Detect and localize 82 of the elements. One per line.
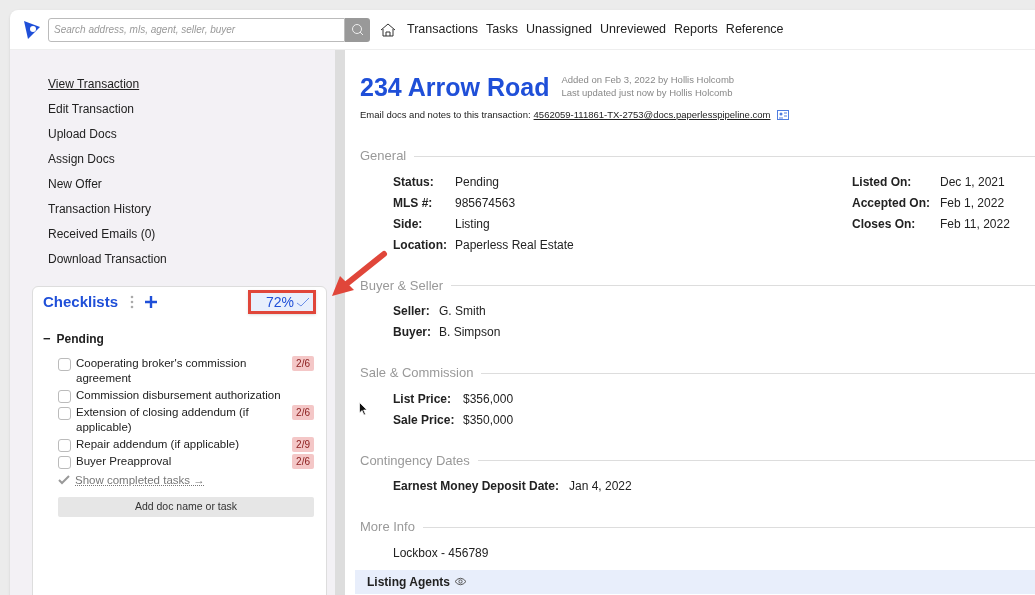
task-checkbox[interactable] xyxy=(58,357,71,371)
field-label: Buyer: xyxy=(393,324,432,342)
transaction-title: 234 Arrow Road xyxy=(360,72,550,102)
field-label: Closes On: xyxy=(852,215,917,233)
field-label: MLS #: xyxy=(393,194,434,212)
field-label: Location: xyxy=(393,236,448,254)
sidebar-link[interactable]: Edit Transaction xyxy=(48,97,135,122)
sidebar-link[interactable]: New Offer xyxy=(48,172,102,197)
task-label: Commission disbursement authorization xyxy=(76,387,282,403)
section-title: Buyer & Seller xyxy=(360,276,444,295)
contact-card-icon[interactable] xyxy=(776,110,789,121)
field-value: $356,000 xyxy=(463,390,514,408)
email-label: Email docs and notes to this transaction: xyxy=(360,108,531,122)
logo-icon xyxy=(22,18,42,41)
added-note: Added on Feb 3, 2022 by Hollis Holcomb xyxy=(561,73,735,86)
add-task-button[interactable]: Add doc name or task xyxy=(58,496,314,517)
more-icon[interactable] xyxy=(130,295,135,309)
nav-link[interactable]: Unreviewed xyxy=(600,20,667,39)
field-value: Dec 1, 2021 xyxy=(940,173,1005,191)
show-completed-link[interactable]: Show completed tasks → xyxy=(75,471,205,489)
eye-icon[interactable] xyxy=(453,577,467,587)
search-icon xyxy=(351,23,364,36)
task-count: 2/6 xyxy=(292,453,314,469)
nav-link[interactable]: Tasks xyxy=(486,20,519,39)
mouse-cursor-icon xyxy=(359,402,368,416)
field-value: Paperless Real Estate xyxy=(455,236,574,254)
task-checkbox[interactable] xyxy=(58,455,71,469)
field-label: Side: xyxy=(393,215,424,233)
sidebar-link[interactable]: Received Emails (0) xyxy=(48,222,156,247)
group-label: Pending xyxy=(56,330,104,348)
section-title: General xyxy=(360,147,407,166)
sidebar-link[interactable]: Upload Docs xyxy=(48,122,117,147)
task-count: 2/9 xyxy=(292,436,314,452)
field-value: G. Smith xyxy=(439,303,486,321)
field-label: Earnest Money Deposit Date: xyxy=(393,478,561,496)
task-checkbox[interactable] xyxy=(58,389,71,403)
check-icon xyxy=(296,297,310,307)
search-button[interactable] xyxy=(345,17,370,42)
task-label: Buyer Preapproval xyxy=(76,453,173,469)
search-field[interactable]: Search address, mls, agent, seller, buyer xyxy=(48,17,345,42)
section-title: Contingency Dates xyxy=(360,451,470,470)
field-label: Listed On: xyxy=(852,173,913,191)
field-value: Feb 11, 2022 xyxy=(940,215,1010,233)
task-count: 2/6 xyxy=(292,404,314,420)
field-label: Seller: xyxy=(393,303,431,321)
progress-percent: 72% xyxy=(264,292,294,312)
field-value: Listing xyxy=(455,215,490,233)
checklist-title: Checklists xyxy=(43,291,119,312)
field-value: B. Simpson xyxy=(439,324,501,342)
home-icon[interactable] xyxy=(380,21,396,38)
nav-link[interactable]: Unassigned xyxy=(526,20,593,39)
field-label: Status: xyxy=(393,173,435,191)
sidebar-link[interactable]: Assign Docs xyxy=(48,147,115,172)
field-label: List Price: xyxy=(393,390,453,408)
email-link[interactable]: 4562059-111861-TX-2753@docs.paperlesspipeline.com xyxy=(533,108,771,123)
field-label: Sale Price: xyxy=(393,411,456,429)
field-value: Feb 1, 2022 xyxy=(940,194,1005,212)
note-text: Lockbox - 456789 xyxy=(393,544,490,562)
field-value: 985674563 xyxy=(455,194,516,212)
sidebar-link[interactable]: View Transaction xyxy=(48,72,140,97)
task-checkbox[interactable] xyxy=(58,406,71,420)
plus-icon[interactable] xyxy=(144,295,159,309)
agents-title: Listing Agents xyxy=(367,573,450,591)
task-checkbox[interactable] xyxy=(58,438,71,452)
field-value: Pending xyxy=(455,173,500,191)
field-value: Jan 4, 2022 xyxy=(569,478,632,496)
collapse-toggle[interactable]: − xyxy=(43,329,51,349)
task-label: Repair addendum (if applicable) xyxy=(76,436,240,452)
sidebar-link[interactable]: Download Transaction xyxy=(48,247,167,272)
nav-link[interactable]: Reports xyxy=(674,20,718,39)
nav-link[interactable]: Transactions xyxy=(407,20,479,39)
updated-note: Last updated just now by Hollis Holcomb xyxy=(561,86,734,99)
task-count: 2/6 xyxy=(292,355,314,371)
task-label: Cooperating broker's commission agreement xyxy=(76,355,248,386)
section-title: More Info xyxy=(360,518,415,537)
field-value: $350,000 xyxy=(463,411,514,429)
section-title: Sale & Commission xyxy=(360,364,474,383)
sidebar-link[interactable]: Transaction History xyxy=(48,197,151,222)
field-label: Accepted On: xyxy=(852,194,931,212)
nav-link[interactable]: Reference xyxy=(725,20,784,39)
check-icon xyxy=(58,475,70,486)
task-label: Extension of closing addendum (if applicable) xyxy=(76,404,250,435)
